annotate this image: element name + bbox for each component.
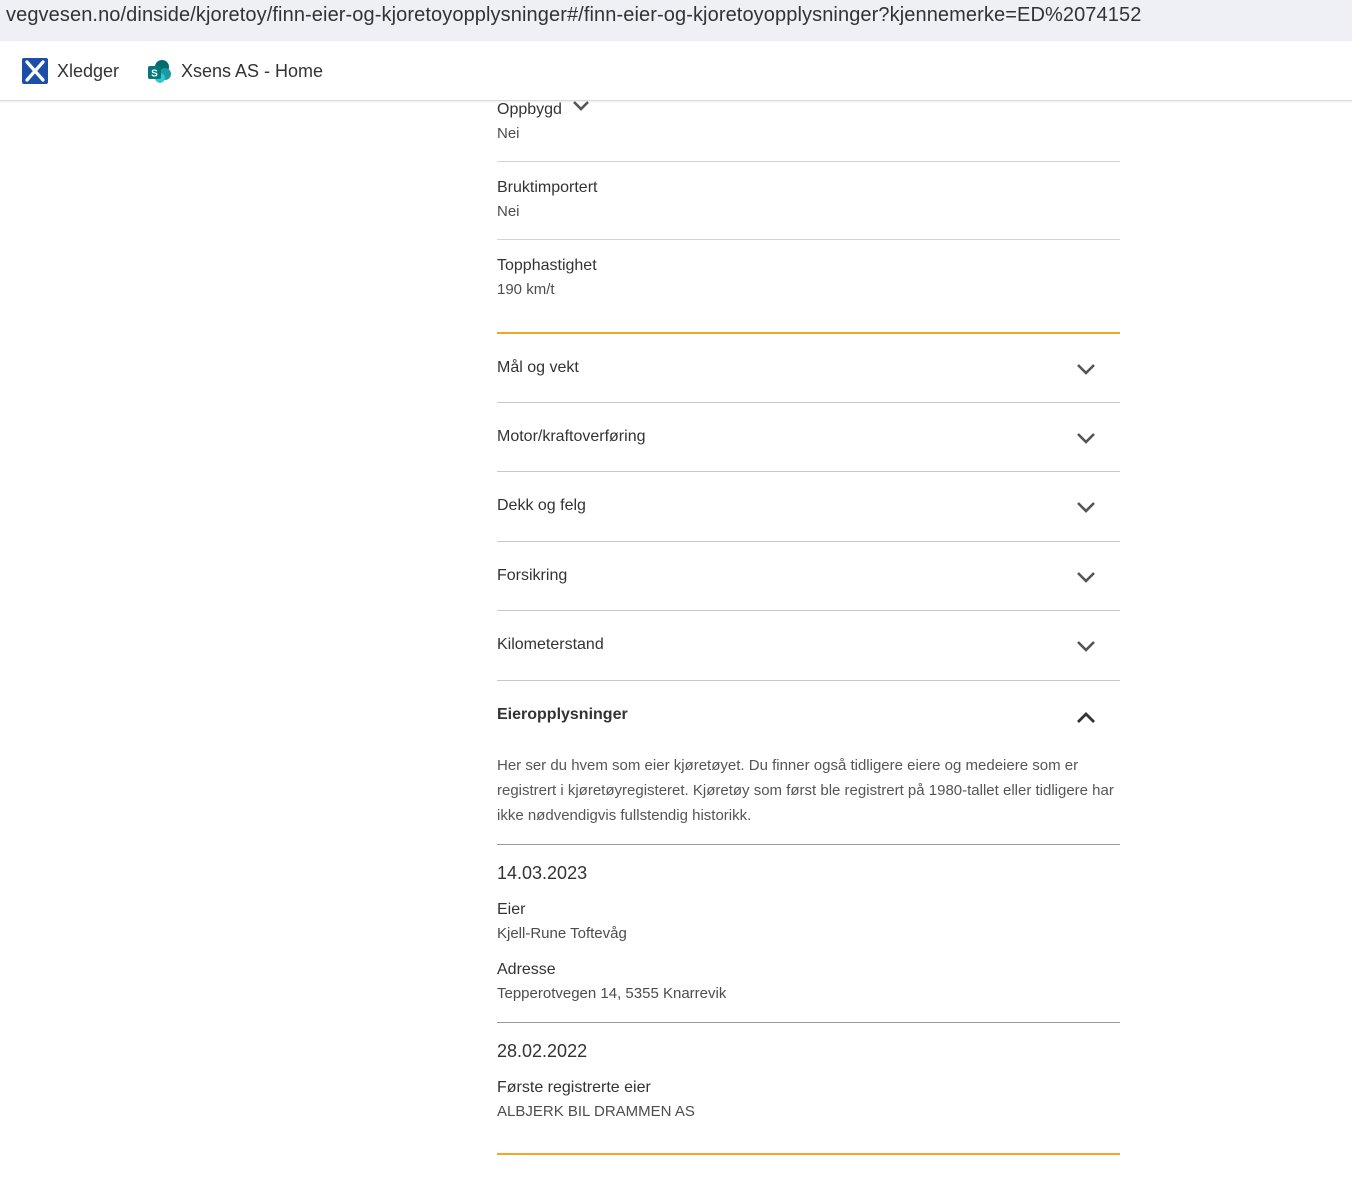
accordion-title[interactable]: Dekk og felg [497,496,586,516]
address-value: Tepperotvegen 14, 5355 Knarrevik [497,985,727,1002]
field-label: Bruktimportert [497,179,598,196]
owner-name: Kjell-Rune Toftevåg [497,925,627,942]
accordion-kilometerstand[interactable]: Kilometerstand [497,611,1120,681]
accordion-dekk-og-felg[interactable]: Dekk og felg [497,472,1120,542]
accordion-motor-kraftoverforing[interactable]: Motor/kraftoverføring [497,403,1120,472]
xledger-icon [22,58,48,84]
chevron-down-icon[interactable] [1076,639,1096,653]
chevron-down-icon[interactable] [1076,362,1096,376]
field-value: Nei [497,203,520,220]
chevron-up-icon[interactable] [1076,711,1096,725]
owner-entry: 28.02.2022 Første registrerte eier ALBJE… [497,1023,1120,1153]
field-label: Oppbygd [497,101,562,118]
field-value: Nei [497,125,520,142]
svg-text:S: S [151,69,158,80]
owner-entry: 14.03.2023 Eier Kjell-Rune Toftevåg Adre… [497,845,1120,1023]
field-oppbygd: Oppbygd Nei [497,99,1120,162]
bookmark-xsens[interactable]: S Xsens AS - Home [146,59,323,83]
field-topphastighet: Topphastighet 190 km/t [497,240,1120,332]
first-owner-label: Første registrerte eier [497,1079,651,1096]
bookmark-xledger[interactable]: Xledger [22,58,120,84]
chevron-down-icon[interactable] [1076,500,1096,514]
accordion-title[interactable]: Forsikring [497,566,567,586]
chevron-down-icon[interactable] [1076,570,1096,584]
bookmark-label: Xsens AS - Home [181,60,324,81]
section-divider [497,1153,1120,1155]
accordion-mal-og-vekt[interactable]: Mål og vekt [497,334,1120,403]
field-value: 190 km/t [497,281,555,298]
owner-intro-text: Her ser du hvem som eier kjøretøyet. Du … [497,741,1120,845]
accordion-eieropplysninger[interactable]: Eieropplysninger [497,681,1120,741]
first-owner-value: ALBJERK BIL DRAMMEN AS [497,1103,695,1120]
accordion-title[interactable]: Mål og vekt [497,358,579,378]
owner-label: Eier [497,901,526,918]
vehicle-details: Oppbygd Nei Bruktimportert Nei Topphasti… [497,99,1120,1155]
accordion-title[interactable]: Eieropplysninger [497,705,628,725]
accordion-title[interactable]: Motor/kraftoverføring [497,427,645,447]
bookmark-label: Xledger [57,60,120,81]
field-label: Topphastighet [497,257,597,274]
field-bruktimportert: Bruktimportert Nei [497,162,1120,240]
sharepoint-icon: S [146,58,172,84]
address-label: Adresse [497,961,556,978]
accordion-forsikring[interactable]: Forsikring [497,542,1120,611]
bookmarks-bar: Xledger S Xsens AS - Home [0,41,1352,101]
address-bar[interactable]: vegvesen.no/dinside/kjoretoy/finn-eier-o… [0,0,1352,41]
chevron-down-icon[interactable] [1076,431,1096,445]
chevron-down-icon[interactable] [572,99,590,117]
url-text[interactable]: vegvesen.no/dinside/kjoretoy/finn-eier-o… [6,4,1141,27]
owner-date: 14.03.2023 [497,863,588,883]
accordion-title[interactable]: Kilometerstand [497,635,604,655]
owner-date: 28.02.2022 [497,1041,588,1061]
